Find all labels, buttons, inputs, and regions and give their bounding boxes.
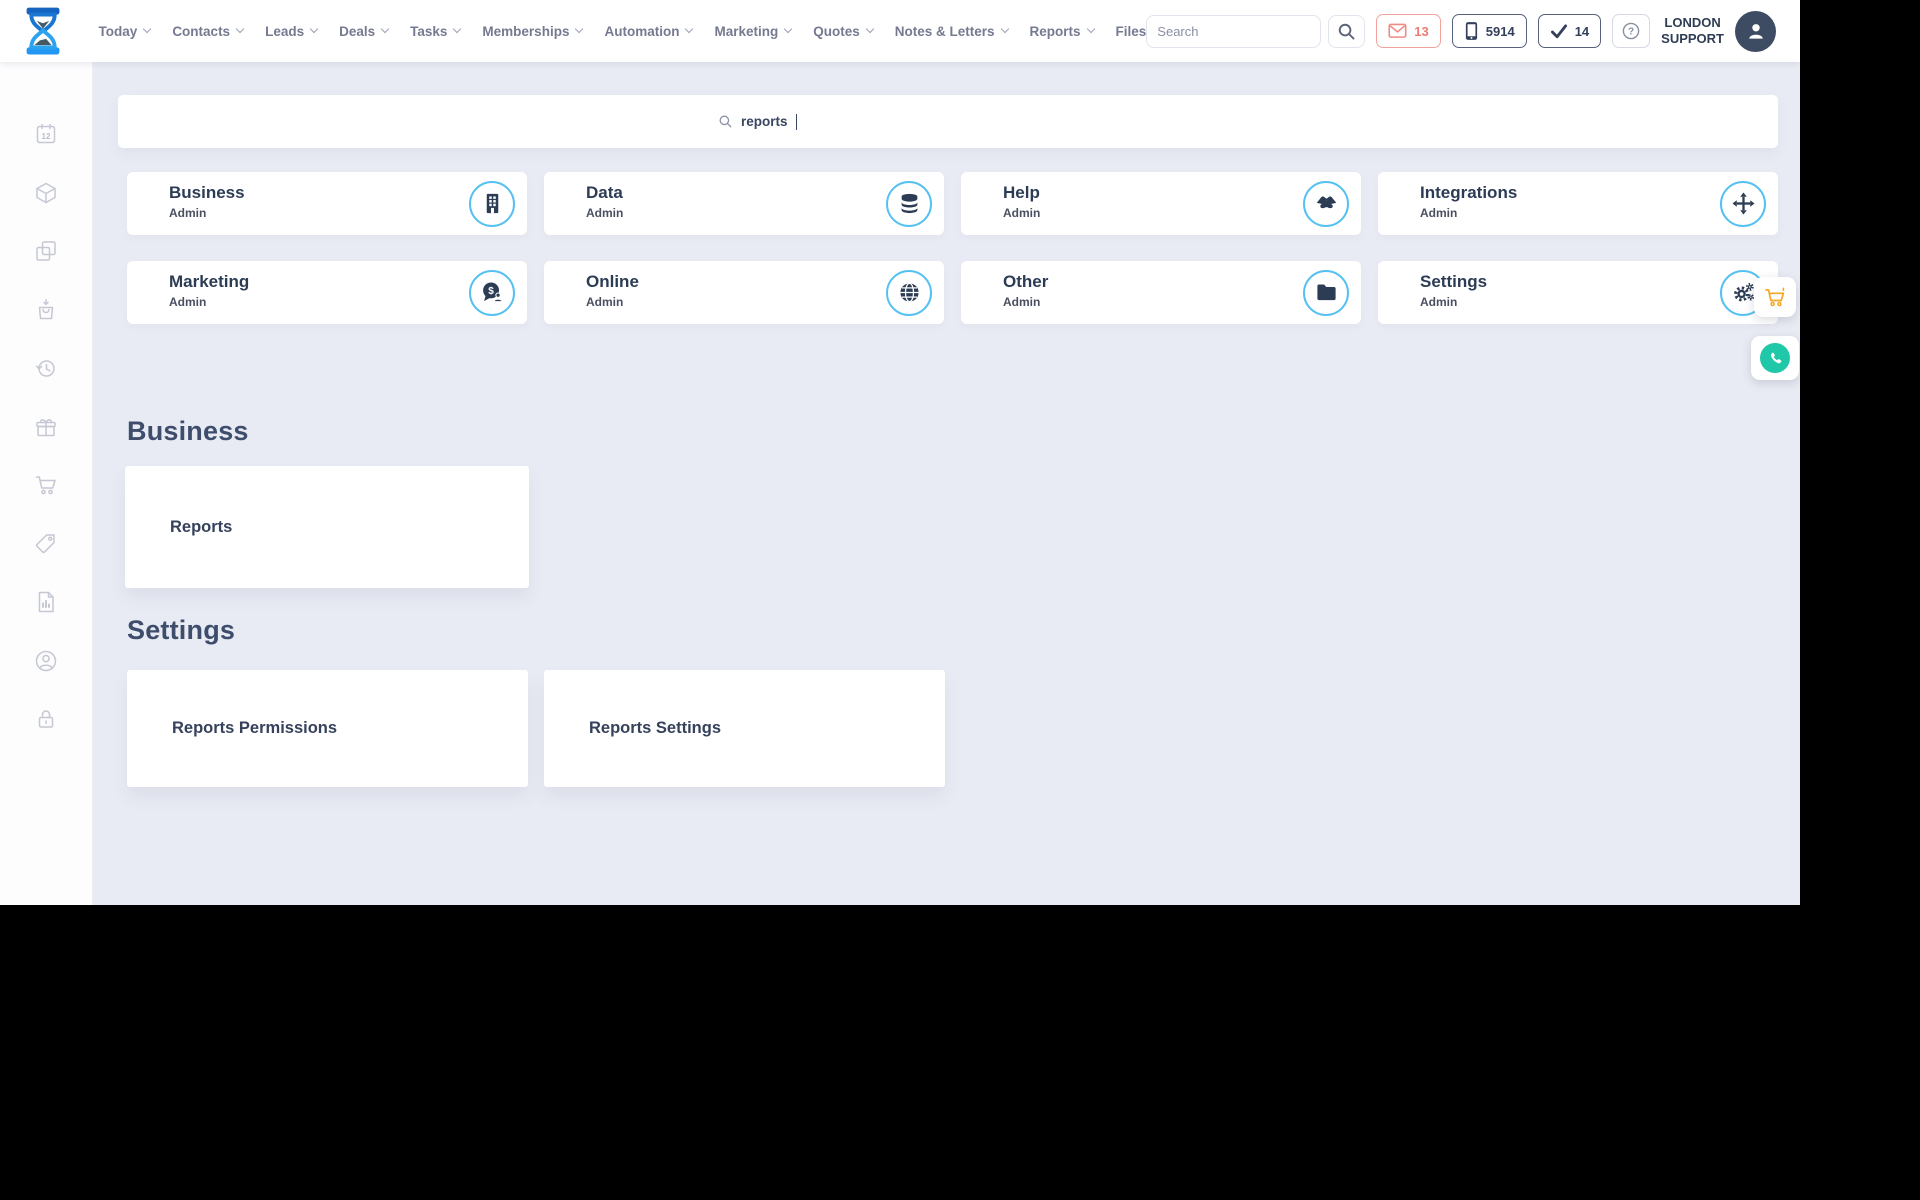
envelope-icon <box>1388 23 1407 38</box>
category-card-integrations[interactable]: Integrations Admin <box>1378 172 1778 235</box>
chevron-down-icon <box>575 24 584 34</box>
folder-icon <box>1303 269 1349 316</box>
globe-icon <box>886 269 932 316</box>
nav-files[interactable]: Files <box>1116 24 1147 39</box>
svg-text:12: 12 <box>42 132 51 141</box>
header-search-input[interactable] <box>1157 23 1311 39</box>
mobile-phone-icon <box>1465 22 1477 40</box>
chevron-down-icon <box>143 24 152 34</box>
header-search-box <box>1146 14 1322 48</box>
chevron-down-icon <box>235 24 245 34</box>
check-icon <box>1550 23 1567 38</box>
chevron-down-icon <box>309 24 319 34</box>
main-nav: Today Contacts Leads Deals Tasks Members… <box>99 24 1147 39</box>
chevron-down-icon <box>380 24 390 34</box>
text-cursor <box>795 113 798 130</box>
overlay-search-value: reports <box>741 114 788 129</box>
calls-badge[interactable]: 5914 <box>1451 14 1527 48</box>
handshake-icon <box>1303 180 1349 227</box>
comment-dollar-icon: $ <box>469 269 515 316</box>
app-window: Today Contacts Leads Deals Tasks Members… <box>0 0 1800 905</box>
sidebar-bag-download-icon[interactable] <box>34 298 58 321</box>
section-heading-settings: Settings <box>127 615 236 645</box>
svg-text:$: $ <box>488 286 494 297</box>
sidebar-report-document-icon[interactable] <box>34 591 58 613</box>
sidebar-cart-icon[interactable] <box>34 474 58 496</box>
sidebar-price-tag-icon[interactable] <box>34 533 58 555</box>
overlay-search-bar[interactable]: reports <box>118 95 1778 148</box>
nav-reports[interactable]: Reports <box>1030 24 1095 39</box>
cart-icon <box>1765 287 1785 307</box>
move-arrows-icon <box>1720 180 1766 227</box>
main-content: reports Business Admin Data Admin Help A… <box>93 62 1800 905</box>
category-card-data[interactable]: Data Admin <box>544 172 944 235</box>
sidebar-package-icon[interactable] <box>34 182 58 204</box>
sidebar-calendar-icon[interactable]: 12 <box>34 123 58 145</box>
category-card-marketing[interactable]: Marketing Admin $ <box>127 261 527 324</box>
result-card-reports[interactable]: Reports <box>125 466 529 588</box>
sidebar: 12 <box>0 62 93 905</box>
overlay-search-input[interactable]: reports <box>718 113 798 130</box>
nav-deals[interactable]: Deals <box>339 24 390 39</box>
category-grid: Business Admin Data Admin Help Admin Int… <box>127 172 1778 324</box>
chevron-down-icon <box>685 24 694 34</box>
nav-automation[interactable]: Automation <box>604 24 694 39</box>
person-icon <box>1748 24 1763 39</box>
category-card-other[interactable]: Other Admin <box>961 261 1361 324</box>
sidebar-gift-icon[interactable] <box>34 416 58 438</box>
search-icon <box>719 115 732 128</box>
help-button[interactable]: ? <box>1612 14 1651 48</box>
result-card-reports-permissions[interactable]: Reports Permissions <box>127 670 528 787</box>
result-card-reports-settings[interactable]: Reports Settings <box>544 670 945 787</box>
nav-leads[interactable]: Leads <box>265 24 319 39</box>
nav-quotes[interactable]: Quotes <box>813 24 874 39</box>
nav-notes-letters[interactable]: Notes & Letters <box>895 24 1009 39</box>
tasks-badge[interactable]: 14 <box>1537 14 1602 48</box>
building-icon <box>469 180 515 227</box>
whatsapp-float-button[interactable] <box>1751 336 1799 380</box>
sidebar-history-icon[interactable] <box>34 357 58 379</box>
chevron-down-icon <box>1086 24 1095 34</box>
nav-today[interactable]: Today <box>99 24 152 39</box>
category-card-business[interactable]: Business Admin <box>127 172 527 235</box>
nav-contacts[interactable]: Contacts <box>172 24 245 39</box>
mail-badge[interactable]: 13 <box>1376 14 1441 48</box>
search-icon <box>1339 23 1355 39</box>
chevron-down-icon <box>783 24 793 34</box>
header-search-button[interactable] <box>1328 14 1366 48</box>
calls-count: 5914 <box>1485 23 1515 39</box>
nav-tasks[interactable]: Tasks <box>410 24 462 39</box>
category-card-online[interactable]: Online Admin <box>544 261 944 324</box>
nav-marketing[interactable]: Marketing <box>714 24 793 39</box>
user-name[interactable]: LONDON SUPPORT <box>1661 15 1724 48</box>
app-logo-hourglass-icon[interactable] <box>14 3 73 59</box>
header-right: 13 5914 14 ? <box>1146 10 1776 52</box>
svg-text:?: ? <box>1628 26 1634 37</box>
sidebar-copy-icon[interactable] <box>34 240 58 262</box>
top-nav-bar: Today Contacts Leads Deals Tasks Members… <box>0 0 1800 62</box>
question-icon: ? <box>1622 22 1640 40</box>
sidebar-user-circle-icon[interactable] <box>34 650 58 672</box>
settings-results-row: Reports Permissions Reports Settings <box>127 670 945 787</box>
tasks-count: 14 <box>1574 23 1590 39</box>
user-avatar[interactable] <box>1735 10 1776 52</box>
category-card-help[interactable]: Help Admin <box>961 172 1361 235</box>
sidebar-lock-icon[interactable] <box>34 708 58 730</box>
cart-float-button[interactable] <box>1754 277 1796 317</box>
category-card-settings[interactable]: Settings Admin <box>1378 261 1778 324</box>
database-icon <box>886 180 932 227</box>
mail-count: 13 <box>1414 23 1429 39</box>
chevron-down-icon <box>1000 24 1009 34</box>
phone-icon <box>1760 343 1790 373</box>
nav-memberships[interactable]: Memberships <box>482 24 584 39</box>
chevron-down-icon <box>453 24 462 34</box>
chevron-down-icon <box>865 24 874 34</box>
section-heading-business: Business <box>127 416 249 446</box>
